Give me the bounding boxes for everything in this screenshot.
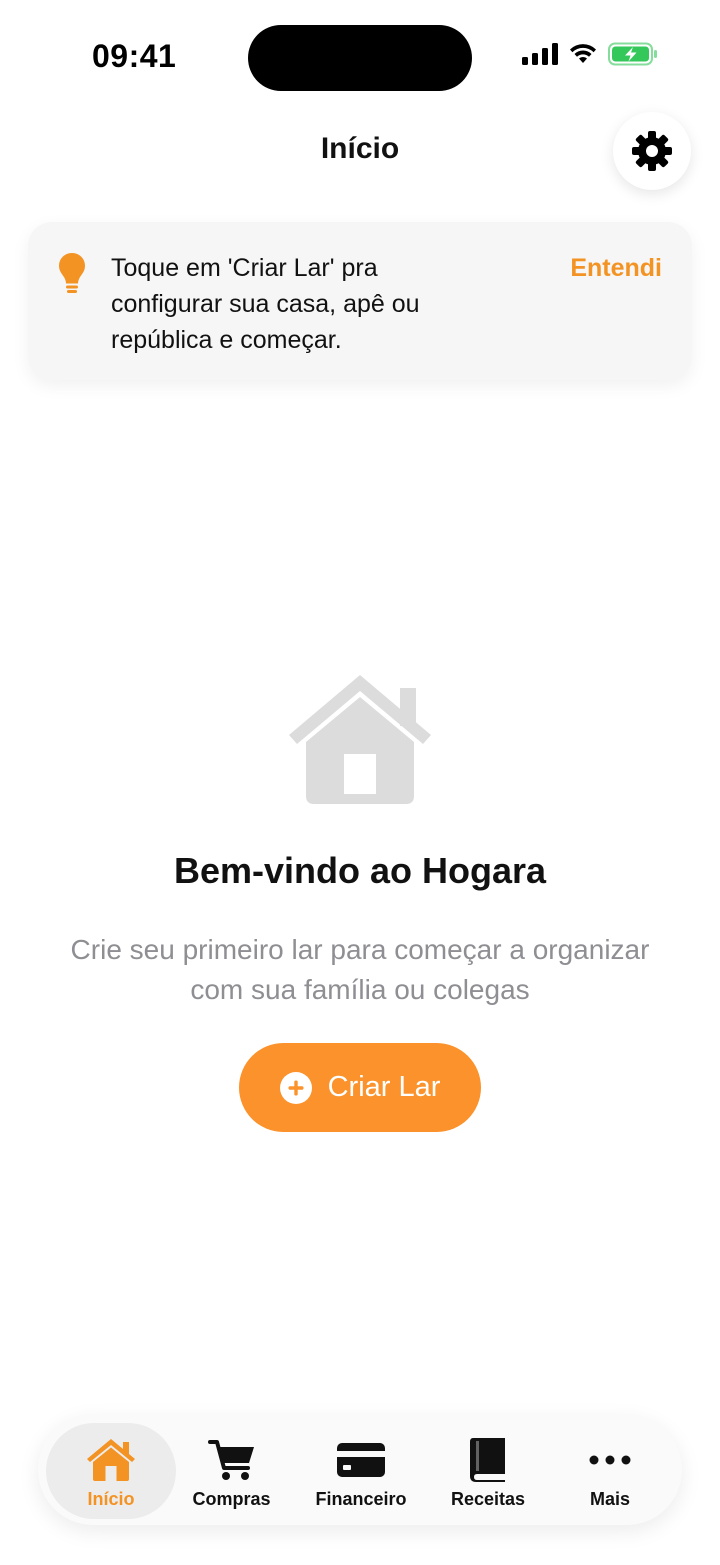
tip-card: Toque em 'Criar Lar' pra configurar sua … [28, 222, 692, 380]
create-home-button[interactable]: Criar Lar [239, 1043, 481, 1132]
tab-mais[interactable]: Mais [558, 1423, 662, 1519]
tab-label: Receitas [450, 1489, 526, 1509]
wifi-icon [570, 44, 596, 63]
house-icon [87, 1439, 135, 1481]
status-bar: 09:41 [0, 0, 720, 110]
plus-circle-icon [279, 1071, 312, 1104]
ellipsis-icon [589, 1455, 631, 1465]
dynamic-island [248, 25, 472, 91]
tab-bar: Início Compras Financeiro Receitas Mais [38, 1415, 682, 1525]
settings-button[interactable] [613, 112, 691, 190]
tip-dismiss-button[interactable]: Entendi [570, 250, 662, 286]
tab-financeiro[interactable]: Financeiro [300, 1423, 422, 1519]
empty-state-title: Bem-vindo ao Hogara [173, 850, 547, 891]
book-icon [470, 1438, 505, 1482]
page-title: Início [320, 132, 400, 165]
cart-icon [207, 1440, 254, 1480]
tab-label: Compras [192, 1489, 271, 1509]
empty-state-subtitle: Crie seu primeiro lar para começar a org… [70, 934, 650, 1005]
tab-label: Mais [589, 1489, 631, 1509]
tab-compras[interactable]: Compras [178, 1423, 285, 1519]
cellular-signal-icon [522, 43, 558, 65]
status-icons [522, 42, 658, 66]
tab-inicio[interactable]: Início [46, 1423, 176, 1519]
lightbulb-icon [59, 253, 85, 293]
tip-text: Toque em 'Criar Lar' pra configurar sua … [111, 254, 420, 354]
tab-label: Financeiro [315, 1489, 407, 1509]
tab-receitas[interactable]: Receitas [436, 1423, 540, 1519]
house-icon [289, 675, 431, 804]
tab-label: Início [87, 1489, 135, 1509]
status-time: 09:41 [92, 38, 177, 74]
credit-card-icon [337, 1443, 385, 1477]
gear-icon [632, 131, 672, 171]
create-home-label: Criar Lar [327, 1071, 441, 1103]
battery-charging-icon [608, 42, 657, 66]
